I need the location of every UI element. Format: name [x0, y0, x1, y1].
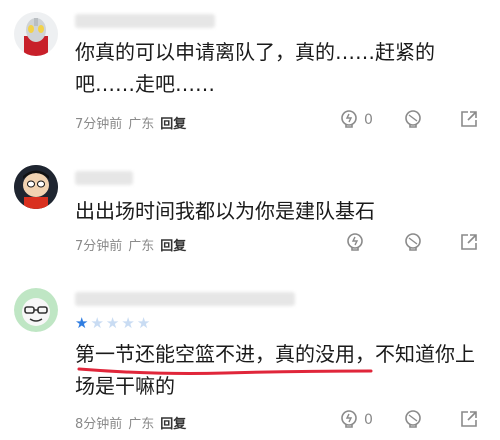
- star-filled-icon: ★: [75, 314, 89, 332]
- glasses-avatar-icon: [14, 288, 58, 332]
- comment-item: 出出场时间我都以为你是建队基石 7分钟前 广东 回复: [0, 145, 500, 375]
- avatar[interactable]: [14, 12, 58, 56]
- like-button[interactable]: 0: [340, 110, 373, 130]
- comment-item: ★ ★ ★ ★ ★ 第一节还能空篮不进，真的没用，不知道你上场是干嘛的 8分钟前…: [0, 270, 500, 440]
- lightbulb-icon: [347, 233, 363, 251]
- share-button[interactable]: [460, 110, 478, 128]
- dislike-icon: [405, 410, 421, 428]
- star-empty-icon: ★: [121, 314, 135, 332]
- username-blurred: [75, 14, 215, 28]
- username-blurred: [75, 292, 295, 306]
- like-button[interactable]: 0: [340, 410, 373, 430]
- star-empty-icon: ★: [136, 314, 151, 332]
- dislike-button[interactable]: [404, 110, 422, 130]
- like-count: 0: [364, 112, 373, 128]
- share-icon: [461, 234, 477, 250]
- dislike-button[interactable]: [404, 410, 422, 430]
- lightbulb-icon: [341, 410, 357, 428]
- dislike-button[interactable]: [404, 233, 422, 253]
- ultraman-avatar-icon: [14, 12, 58, 56]
- star-empty-icon: ★: [105, 314, 120, 332]
- avatar[interactable]: [14, 288, 58, 332]
- cartoon-avatar-icon: [14, 165, 58, 209]
- lightbulb-icon: [341, 110, 357, 128]
- share-button[interactable]: [460, 410, 478, 428]
- comment-text: 出出场时间我都以为你是建队基石: [75, 199, 375, 223]
- share-icon: [461, 111, 477, 127]
- comment-text: 你真的可以申请离队了，真的……赶紧的吧……走吧……: [75, 40, 435, 96]
- avatar[interactable]: [14, 165, 58, 209]
- comment-item: 你真的可以申请离队了，真的……赶紧的吧……走吧…… 7分钟前 广东 回复 0: [0, 0, 500, 145]
- share-button[interactable]: [460, 233, 478, 251]
- dislike-icon: [405, 233, 421, 251]
- rating-stars: ★ ★ ★ ★ ★: [75, 316, 150, 331]
- star-empty-icon: ★: [90, 314, 104, 332]
- username-blurred: [75, 171, 133, 185]
- dislike-icon: [405, 110, 421, 128]
- like-count: 0: [364, 412, 373, 428]
- comment-text: 第一节还能空篮不进，真的没用，不知道你上场是干嘛的: [75, 342, 475, 398]
- like-button[interactable]: [346, 233, 364, 253]
- share-icon: [461, 411, 477, 427]
